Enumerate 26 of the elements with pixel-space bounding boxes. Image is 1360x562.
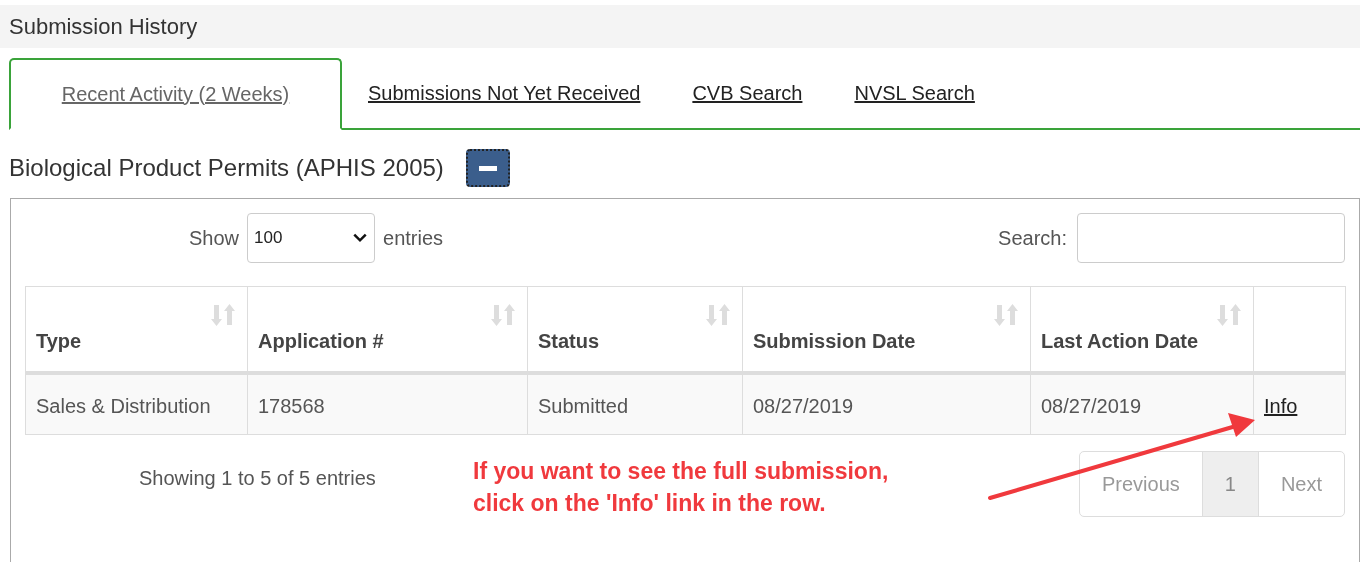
entries-select[interactable]: 100: [247, 213, 376, 263]
section-title: Biological Product Permits (APHIS 2005): [9, 154, 444, 182]
tab[interactable]: NVSL Search: [828, 58, 1001, 130]
sort-icon[interactable]: [706, 303, 730, 327]
table-cell: 08/27/2019: [742, 372, 1031, 435]
sort-icon[interactable]: [491, 303, 515, 327]
table-cell: 178568: [247, 372, 528, 435]
tab[interactable]: Recent Activity (2 Weeks): [9, 58, 342, 130]
sort-icon[interactable]: [1217, 303, 1241, 327]
entries-info: Showing 1 to 5 of 5 entries: [139, 467, 377, 490]
table-cell: Submitted: [527, 372, 743, 435]
tab[interactable]: CVB Search: [666, 58, 829, 130]
info-link[interactable]: Info: [1264, 394, 1298, 417]
page-title: Submission History: [9, 13, 198, 40]
annotation-text: If you want to see the full submission, click on the 'Info' link in the row.: [473, 457, 889, 518]
tab[interactable]: Submissions Not Yet Received: [342, 58, 667, 130]
search-label: Search:: [998, 226, 1067, 250]
collapse-button[interactable]: [465, 149, 510, 187]
search-field[interactable]: [1077, 213, 1345, 263]
entries-label: entries: [383, 226, 444, 250]
table-cell: Sales & Distribution: [25, 372, 248, 435]
show-label: Show: [189, 226, 240, 250]
chevron-icon: [352, 232, 369, 244]
table-cell: 08/27/2019: [1030, 372, 1254, 435]
sort-icon[interactable]: [211, 303, 235, 327]
sort-icon[interactable]: [994, 303, 1018, 327]
